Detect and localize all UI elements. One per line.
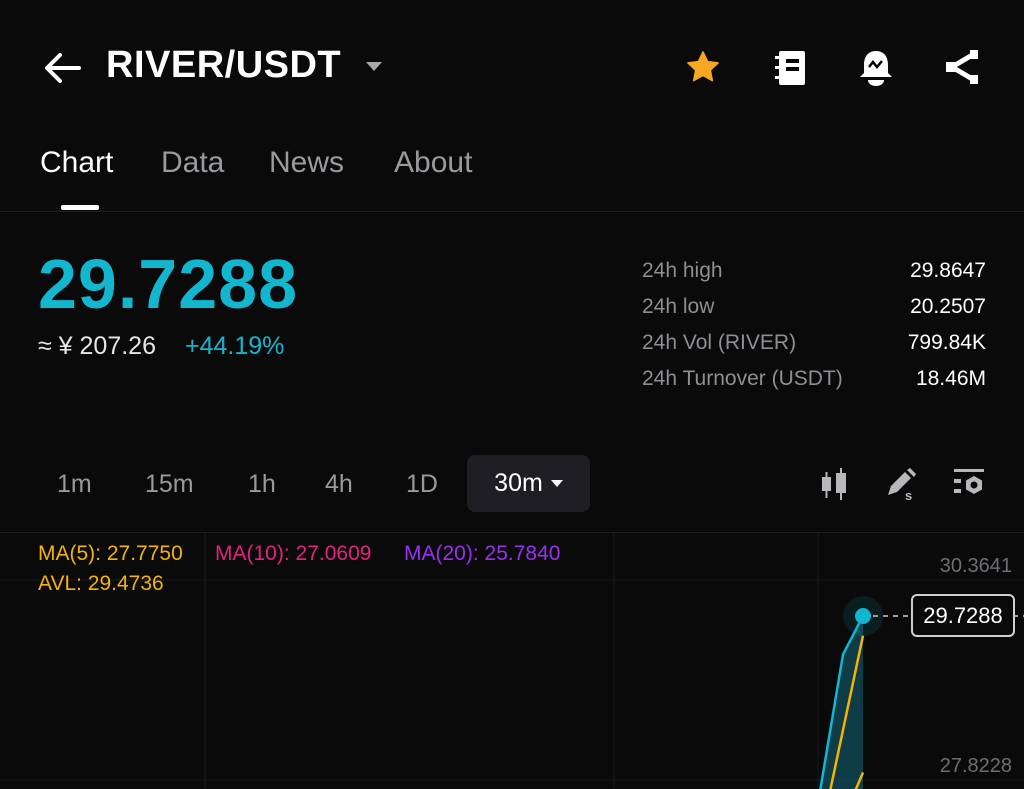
stat-label: 24h high [642,259,723,282]
pair-title[interactable]: RIVER/USDT [106,44,341,87]
timeframe-1h[interactable]: 1h [248,470,276,499]
divider [0,211,1024,212]
tab-news[interactable]: News [269,146,344,180]
ma20-label: MA(20): 25.7840 [404,542,561,565]
stat-label: 24h Vol (RIVER) [642,331,797,354]
stat-label: 24h low [642,295,715,318]
ma5-label: MA(5): 27.7750 [38,542,183,565]
stat-label: 24h Turnover (USDT) [642,367,843,390]
cny-price: ≈ ¥ 207.26 [38,332,156,360]
last-price-dot [855,607,871,624]
tab-data[interactable]: Data [161,146,224,180]
indicator-settings-icon[interactable] [952,467,986,504]
share-icon[interactable] [944,50,980,89]
tab-about[interactable]: About [394,146,472,180]
notebook-icon[interactable] [774,50,806,91]
caret-down-icon [550,480,563,487]
drawing-tool-icon[interactable]: s [885,467,919,506]
stat-value: 20.2507 [910,295,986,318]
stat-value: 29.8647 [910,259,986,282]
y-axis-tick: 30.3641 [939,555,1012,577]
candlestick-icon[interactable] [819,467,851,506]
active-tab-indicator [61,205,99,210]
star-icon[interactable] [684,48,722,91]
last-price-tag: 29.7288 [911,594,1015,637]
stat-value: 799.84K [907,331,986,354]
timeframe-15m[interactable]: 15m [145,470,194,499]
y-axis-tick: 27.8228 [939,755,1012,777]
change-percent: +44.19% [185,332,285,360]
avl-label: AVL: 29.4736 [38,572,164,595]
last-price: 29.7288 [38,245,299,323]
tab-chart[interactable]: Chart [40,146,113,180]
ma10-label: MA(10): 27.0609 [215,542,372,565]
timeframe-4h[interactable]: 4h [325,470,353,499]
timeframe-dropdown[interactable]: 30m [467,455,590,512]
chevron-down-icon[interactable] [366,62,382,71]
back-button[interactable] [42,50,82,86]
back-arrow-icon [45,53,81,83]
stat-value: 18.46M [915,367,986,390]
price-area [820,615,863,789]
svg-text:s: s [905,488,912,501]
timeframe-1m[interactable]: 1m [57,470,92,499]
price-alert-bell-icon[interactable] [858,48,894,93]
timeframe-1d[interactable]: 1D [406,470,438,499]
selected-timeframe: 30m [494,469,543,497]
